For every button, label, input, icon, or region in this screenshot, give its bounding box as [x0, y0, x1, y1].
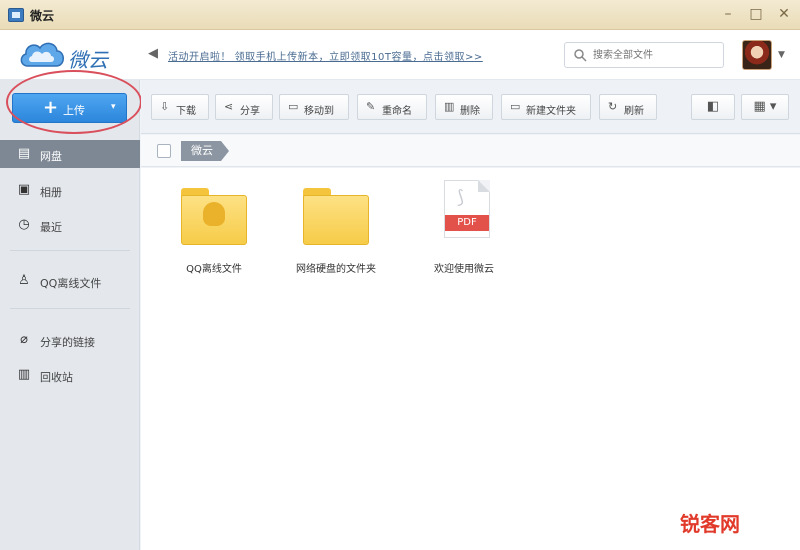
toolbar: ⇩ 下载 ⋖ 分享 ▭ 移动到 ✎ 重命名 ▥ 删除 ▭ 新建文件夹 ↻ 刷新 …	[141, 80, 800, 134]
weiyun-logo[interactable]: 微云	[18, 38, 128, 72]
sidebar-item-album[interactable]: ▣ 相册	[0, 176, 140, 204]
sidebar-item-label: 网盘	[40, 150, 62, 163]
clock-icon: ◷	[18, 217, 30, 232]
sidebar-item-recent[interactable]: ◷ 最近	[0, 211, 140, 239]
qq-penguin-icon: ♙	[18, 273, 30, 288]
share-label: 分享	[240, 106, 260, 117]
detail-view-button[interactable]: ◧	[691, 94, 735, 120]
download-button[interactable]: ⇩ 下载	[151, 94, 209, 120]
new-folder-icon: ▭	[510, 100, 521, 113]
trash-icon: ▥	[444, 100, 455, 113]
sidebar-divider	[10, 308, 130, 309]
sidebar-item-label: 相册	[40, 186, 62, 199]
search-box[interactable]	[564, 42, 724, 68]
upload-button[interactable]: + 上传 ▾	[12, 93, 127, 123]
hard-drive-icon: ▤	[17, 146, 31, 161]
sidebar-item-label: QQ离线文件	[40, 277, 102, 290]
megaphone-icon: ◀	[148, 46, 158, 61]
breadcrumb[interactable]: 微云	[181, 141, 229, 161]
select-all-checkbox[interactable]	[157, 144, 171, 158]
sidebar-item-qq-offline-files[interactable]: ♙ QQ离线文件	[0, 267, 140, 295]
sidebar-item-netdisk[interactable]: ▤ 网盘	[0, 140, 140, 168]
pdf-file-icon: ⟆ PDF	[444, 180, 490, 238]
refresh-button[interactable]: ↻ 刷新	[599, 94, 657, 120]
chevron-down-icon[interactable]: ▼	[778, 50, 785, 60]
move-to-label: 移动到	[304, 106, 334, 117]
minimize-button[interactable]: –	[716, 4, 740, 24]
delete-button[interactable]: ▥ 删除	[435, 94, 493, 120]
refresh-icon: ↻	[608, 100, 618, 113]
refresh-label: 刷新	[624, 106, 644, 117]
sidebar-item-shared-links[interactable]: ⌀ 分享的链接	[0, 326, 140, 354]
photo-album-icon: ▣	[17, 182, 31, 197]
rename-label: 重命名	[382, 106, 412, 117]
watermark: 锐客网	[680, 512, 740, 536]
sidebar-item-recycle-bin[interactable]: ▥ 回收站	[0, 361, 140, 389]
new-folder-button[interactable]: ▭ 新建文件夹	[501, 94, 591, 120]
folder-icon	[303, 188, 369, 245]
chevron-down-icon[interactable]: ▾	[111, 102, 116, 112]
file-name: 网络硬盘的文件夹	[296, 264, 376, 275]
sidebar: + 上传 ▾ ▤ 网盘 ▣ 相册 ◷ 最近 ♙ QQ离线文件 ⌀ 分享的链接 ▥…	[0, 80, 140, 550]
logo-text: 微云	[68, 48, 108, 72]
file-grid: QQ离线文件 网络硬盘的文件夹 ⟆ PDF 欢迎使用微云	[141, 168, 800, 550]
qq-penguin-icon	[203, 202, 225, 226]
window-title: 微云	[30, 9, 55, 23]
link-icon: ⌀	[20, 332, 28, 347]
search-input[interactable]	[593, 47, 719, 63]
download-icon: ⇩	[160, 100, 170, 113]
user-avatar[interactable]	[742, 40, 772, 70]
delete-label: 删除	[460, 106, 480, 117]
cloud-logo-icon	[20, 42, 64, 67]
sidebar-item-label: 回收站	[40, 371, 73, 384]
app-icon	[8, 8, 24, 22]
folder-move-icon: ▭	[288, 100, 299, 113]
title-bar: 微云 – □ ✕	[0, 0, 800, 30]
maximize-button[interactable]: □	[744, 4, 768, 24]
new-folder-label: 新建文件夹	[526, 106, 576, 117]
share-icon: ⋖	[224, 100, 234, 113]
grid-view-button[interactable]: ▦ ▾	[741, 94, 789, 120]
file-item-qq-offline-folder[interactable]: QQ离线文件	[159, 180, 269, 280]
upload-label: 上传	[63, 104, 85, 117]
header: 微云 ◀ 活动开启啦！ 领取手机上传新本，立即领取10T容量，点击领取>> ▼	[0, 30, 800, 80]
file-name: 欢迎使用微云	[434, 264, 494, 275]
sidebar-item-label: 分享的链接	[40, 336, 95, 349]
pdf-badge: PDF	[445, 215, 489, 231]
promo-notice-link[interactable]: 活动开启啦！ 领取手机上传新本，立即领取10T容量，点击领取>>	[168, 48, 483, 63]
file-item-netdisk-folder[interactable]: 网络硬盘的文件夹	[281, 180, 391, 280]
close-button[interactable]: ✕	[772, 4, 796, 24]
share-button[interactable]: ⋖ 分享	[215, 94, 273, 120]
rename-button[interactable]: ✎ 重命名	[357, 94, 427, 120]
edit-icon: ✎	[366, 100, 376, 113]
file-item-welcome-pdf[interactable]: ⟆ PDF 欢迎使用微云	[409, 180, 519, 280]
breadcrumb-bar: 微云	[141, 135, 800, 167]
file-name: QQ离线文件	[186, 264, 242, 275]
move-to-button[interactable]: ▭ 移动到	[279, 94, 349, 120]
download-label: 下载	[176, 106, 196, 117]
folder-icon	[181, 188, 247, 245]
search-icon	[574, 49, 587, 62]
sidebar-item-label: 最近	[40, 221, 62, 234]
plus-icon: +	[43, 97, 59, 118]
trash-icon: ▥	[17, 367, 31, 382]
sidebar-divider	[10, 250, 130, 251]
